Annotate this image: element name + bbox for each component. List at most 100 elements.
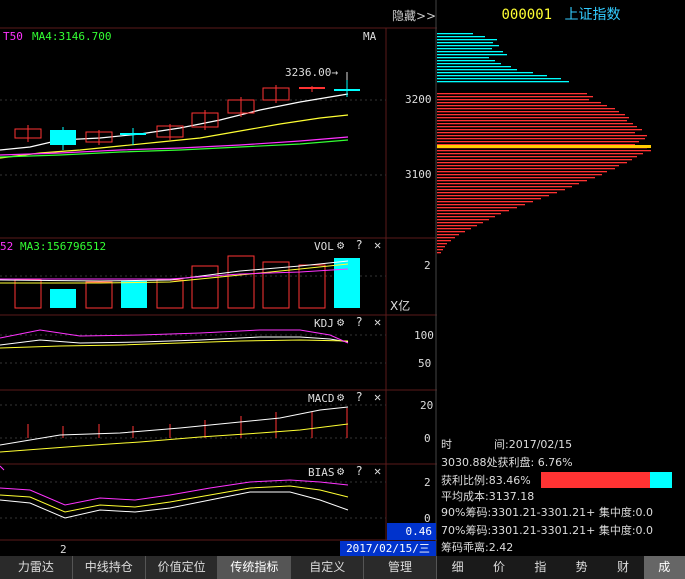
chip-bar: [437, 228, 471, 230]
candle: [120, 128, 146, 145]
chip-bar: [437, 240, 451, 242]
macd-axis-tick-20: 20: [420, 399, 434, 412]
vol-ma-white: [0, 260, 349, 282]
ma-left-label: T50: [3, 30, 23, 43]
chip-bar: [437, 204, 525, 206]
kdj-gear-icon[interactable]: ⚙: [337, 315, 344, 329]
kdj-indicator-name[interactable]: KDJ: [314, 317, 334, 330]
candle: [191, 110, 219, 130]
chip-bar: [437, 72, 533, 74]
macd-close-icon[interactable]: ✕: [374, 390, 381, 404]
vol-ma3-label: MA3:156796512: [20, 240, 107, 253]
bottom-tab-1[interactable]: 中线持仓: [73, 556, 146, 579]
chip-bar: [437, 159, 632, 161]
chip-bar: [437, 210, 509, 212]
chip-bar: [437, 123, 633, 125]
chip-bar: [437, 150, 651, 152]
bias-gear-icon[interactable]: ⚙: [337, 464, 344, 478]
chip-distance: 筹码乖离:2.42: [441, 541, 514, 554]
kdj-axis-tick-50: 50: [418, 357, 432, 370]
chip-bar: [437, 225, 477, 227]
price-indicator-name[interactable]: MA: [363, 30, 376, 43]
right-tab-0[interactable]: 细: [437, 556, 478, 579]
bottom-tab-0[interactable]: 力雷达: [0, 556, 73, 579]
kdj-help-icon[interactable]: ?: [355, 315, 362, 329]
macd-gear-icon[interactable]: ⚙: [337, 390, 344, 404]
chip-bar: [437, 117, 629, 119]
stock-code: 000001: [501, 7, 553, 23]
vol-indicator-name[interactable]: VOL: [314, 240, 334, 253]
right-tab-2[interactable]: 指: [520, 556, 561, 579]
chip-bar: [437, 180, 587, 182]
bias-line-1: [0, 491, 349, 519]
price-axis-tick-3200: 3200: [405, 93, 432, 106]
chip-bar: [437, 141, 639, 143]
chip-bar: [437, 153, 643, 155]
macd-help-icon[interactable]: ?: [355, 390, 362, 404]
right-tab-4[interactable]: 财: [602, 556, 643, 579]
vol-axis-tick: 2: [424, 259, 431, 272]
vol-ma-magenta: [0, 268, 349, 280]
chip-profit-ratio: 获利比例:83.46%: [441, 474, 531, 487]
chip-bar: [437, 99, 589, 101]
candle: [227, 97, 255, 117]
chip-bar: [437, 189, 565, 191]
bias-help-icon[interactable]: ?: [355, 464, 362, 478]
chip-bar: [437, 105, 607, 107]
macd-indicator-name[interactable]: MACD: [308, 392, 335, 405]
stock-name: 上证指数: [564, 7, 621, 23]
chip-bar: [437, 237, 455, 239]
chip-bar: [437, 48, 492, 50]
chip-bar: [437, 168, 615, 170]
chip-90-concentration: 90%筹码:3301.21-3301.21+ 集中度:0.0: [441, 506, 654, 519]
chip-distribution: 320031002: [437, 33, 651, 254]
chip-bar: [437, 243, 447, 245]
chip-avg-cost: 平均成本:3137.18: [441, 490, 535, 503]
chip-bar: [437, 171, 607, 173]
vol-help-icon[interactable]: ?: [355, 238, 362, 252]
chip-bar: [437, 165, 619, 167]
bias-close-icon[interactable]: ✕: [374, 464, 381, 478]
bottom-tab-3[interactable]: 传统指标: [218, 556, 292, 579]
candle: [50, 127, 76, 150]
macd-axis-tick-0: 0: [424, 432, 431, 445]
chip-bar: [437, 102, 601, 104]
kdj-axis-tick-100: 100: [414, 329, 434, 342]
bias-indicator-name[interactable]: BIAS: [308, 466, 335, 479]
price-axis-tick-3100: 3100: [405, 168, 432, 181]
chip-bar: [437, 114, 625, 116]
chip-bar: [437, 81, 569, 83]
chip-bar: [437, 75, 547, 77]
candle: [262, 85, 290, 103]
vol-gear-icon[interactable]: ⚙: [337, 238, 344, 252]
hide-panel-button[interactable]: 隐藏>>: [392, 7, 436, 24]
chip-time-row: 时间:2017/02/15: [441, 438, 573, 451]
bottom-tab-4[interactable]: 自定义: [291, 556, 365, 579]
bottom-tab-5[interactable]: 管理: [364, 556, 437, 579]
chip-bar: [437, 192, 557, 194]
chip-bar: [437, 126, 637, 128]
bottom-tab-2[interactable]: 价值定位: [146, 556, 219, 579]
chip-bar: [437, 174, 602, 176]
chip-bar: [437, 234, 459, 236]
chip-bar: [437, 186, 572, 188]
chip-bar: [437, 177, 595, 179]
chip-bar: [437, 138, 645, 140]
volume-bars: [14, 255, 360, 309]
right-tab-1[interactable]: 价: [478, 556, 519, 579]
chip-bar: [437, 111, 619, 113]
avg-cost-line: [437, 145, 651, 148]
macd-histogram: [27, 408, 348, 438]
right-tab-3[interactable]: 势: [561, 556, 602, 579]
right-tab-5[interactable]: 成: [643, 556, 685, 579]
chip-bar: [437, 69, 517, 71]
chip-bar: [437, 93, 587, 95]
chip-bar: [437, 213, 501, 215]
vol-close-icon[interactable]: ✕: [374, 238, 381, 252]
ma4-label: MA4:3146.700: [32, 30, 112, 43]
chip-bar: [437, 63, 501, 65]
kdj-close-icon[interactable]: ✕: [374, 315, 381, 329]
chip-bar: [437, 246, 445, 248]
chip-bar: [437, 57, 489, 59]
chip-bar: [437, 162, 627, 164]
